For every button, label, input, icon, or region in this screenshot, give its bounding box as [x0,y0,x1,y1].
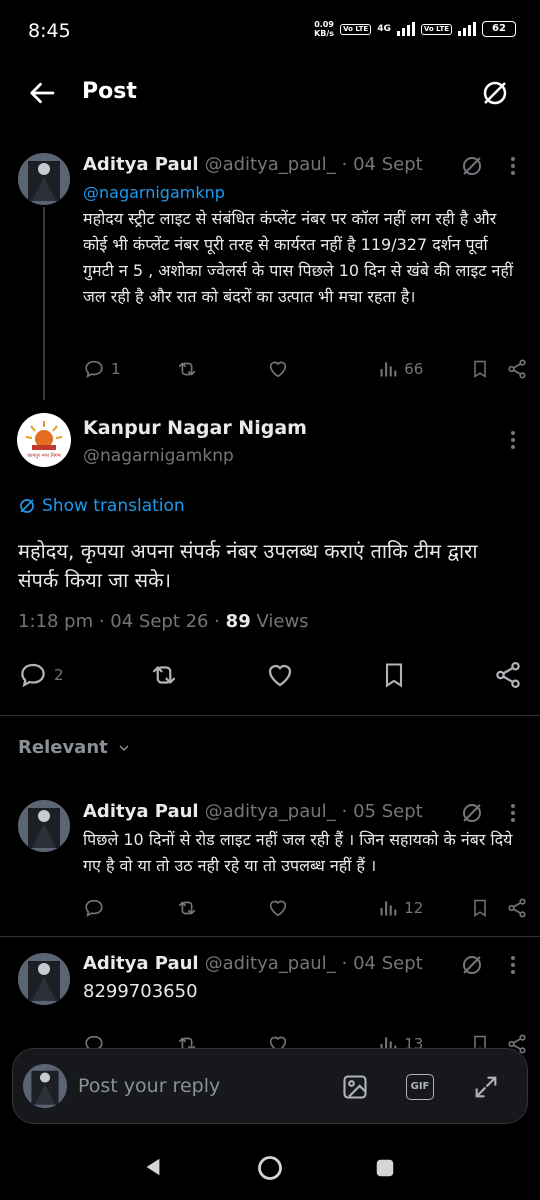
main-tweet-text: महोदय, कृपया अपना संपर्क नंबर उपलब्ध करा… [18,539,478,592]
reply1-bookmark-icon[interactable] [470,897,490,919]
reply1-header: Aditya Paul @aditya_paul_ · 05 Sept [83,801,423,822]
reply1-text: पिछले 10 दिनों से रोड लाइट नहीं जल रही ह… [83,830,513,875]
chevron-down-icon [119,744,129,751]
bookmark-icon[interactable] [470,358,490,380]
main-bookmark-icon[interactable] [380,660,408,690]
tweet-date: · 04 Sept [341,154,423,175]
status-icons: 0.09 KB/s Vo LTE 4G Vo LTE 62 [314,20,516,38]
tweet-meta: 1:18 pm · 04 Sept 26 · 89 Views [18,611,309,632]
heart-icon [269,361,286,378]
avatar-reply2[interactable] [18,953,70,1005]
views-icon [380,901,397,916]
volte-badge-2: Vo LTE [420,23,452,35]
system-nav-bar [0,1130,540,1200]
signal-icon-2 [458,22,476,36]
sort-relevant-dropdown[interactable]: Relevant [18,737,132,758]
avatar-reply1[interactable] [18,800,70,852]
main-repost-icon[interactable] [148,660,180,690]
reply-icon [85,360,103,378]
reply-composer[interactable]: Post your reply GIF [12,1048,528,1124]
share-icon[interactable] [506,358,528,380]
grok-small-icon [20,499,34,513]
reply2-date: · 04 Sept [341,953,423,974]
views-icon [380,362,397,377]
status-time: 8:45 [28,20,71,42]
signal-icon [396,22,415,36]
main-share-icon[interactable] [493,660,523,690]
views-button[interactable]: 66 [378,359,448,379]
parent-tweet-header: Aditya Paul @aditya_paul_ · 04 Sept [83,154,423,175]
main-author-name[interactable]: Kanpur Nagar Nigam [83,417,307,439]
thread-line [43,207,45,400]
reply2-grok-icon[interactable] [460,953,484,977]
reply-input[interactable]: Post your reply [78,1075,220,1097]
battery-icon: 62 [482,21,516,37]
reply2-handle[interactable]: @aditya_paul_ [205,953,336,974]
parent-actions: 1 66 [83,358,528,380]
composer-avatar [23,1064,67,1108]
reply1-grok-icon[interactable] [460,801,484,825]
more-options-icon[interactable] [504,154,522,178]
divider [0,936,540,937]
page-title: Post [82,79,137,104]
like-button[interactable] [267,358,357,380]
reply1-views-button[interactable]: 12 [378,898,448,918]
reply2-text: 8299703650 [83,981,198,1002]
avatar-aditya[interactable] [18,153,70,205]
reply2-author-name[interactable]: Aditya Paul [83,953,199,974]
author-handle[interactable]: @aditya_paul_ [205,154,336,175]
volte-badge-1: Vo LTE [340,23,372,35]
reply1-repost-icon[interactable] [175,897,245,919]
gif-icon[interactable]: GIF [406,1074,434,1100]
reply1-date: · 05 Sept [341,801,423,822]
back-arrow-icon[interactable] [28,78,58,108]
reply-button[interactable]: 1 [83,358,153,380]
nav-home-icon[interactable] [256,1154,284,1182]
repost-icon [178,362,195,376]
nav-back-icon[interactable] [142,1156,164,1178]
reply1-share-icon[interactable] [506,897,528,919]
reply1-author-name[interactable]: Aditya Paul [83,801,199,822]
mention-link[interactable]: @nagarnigamknp [83,180,225,206]
divider [0,715,540,716]
parent-tweet-text: महोदय स्ट्रीट लाइट से संबंधित कंप्लेंट न… [83,209,514,306]
author-name[interactable]: Aditya Paul [83,154,199,175]
nav-recents-icon[interactable] [374,1157,396,1179]
logo-text: कानपुर नगर निगम [27,453,61,459]
views-count: 89 [225,611,251,632]
avatar-kanpur-nagar-nigam[interactable]: कानपुर नगर निगम [17,413,71,467]
reply1-handle[interactable]: @aditya_paul_ [205,801,336,822]
reply1-heart-icon[interactable] [267,897,357,919]
reply1-more-icon[interactable] [504,801,522,825]
reply2-header: Aditya Paul @aditya_paul_ · 04 Sept [83,953,423,974]
reply2-more-icon[interactable] [504,953,522,977]
reply1-actions: 12 [83,897,528,919]
main-author-handle[interactable]: @nagarnigamknp [83,446,234,466]
reply-icon [21,663,45,688]
grok-icon[interactable] [460,154,484,178]
image-icon[interactable] [341,1073,369,1101]
expand-icon[interactable] [472,1073,500,1101]
net-speed: 0.09 KB/s [314,20,335,38]
reply1-reply-icon[interactable] [83,897,153,919]
main-reply-button[interactable]: 2 [18,660,64,690]
show-translation-link[interactable]: Show translation [18,496,185,516]
network-type: 4G [377,24,391,34]
main-more-options-icon[interactable] [504,428,522,452]
main-heart-icon[interactable] [265,660,295,690]
grok-translate-icon[interactable] [480,78,510,108]
repost-button[interactable] [175,358,245,380]
main-actions: 2 [18,660,523,690]
